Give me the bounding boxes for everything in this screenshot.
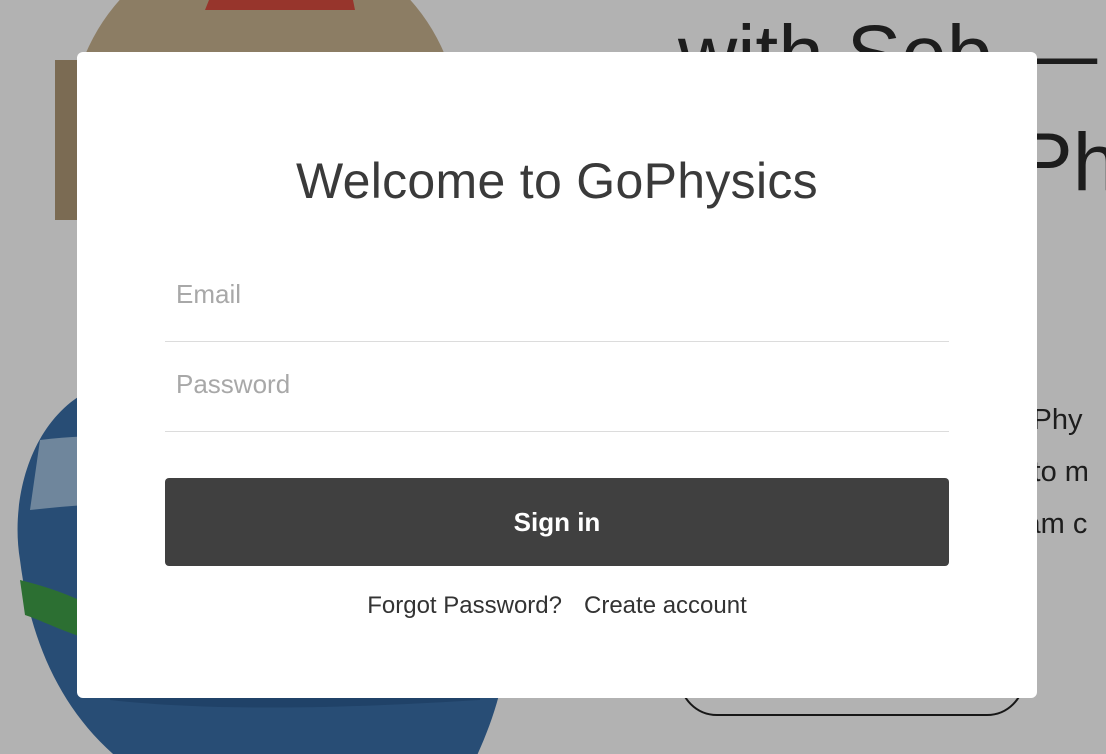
create-account-link[interactable]: Create account — [584, 592, 747, 619]
auth-links: Forgot Password? Create account — [77, 592, 1037, 620]
signin-button[interactable]: Sign in — [165, 478, 949, 566]
email-field — [165, 254, 949, 342]
signin-modal: Welcome to GoPhysics Sign in Forgot Pass… — [77, 52, 1037, 698]
password-input[interactable] — [165, 344, 949, 431]
forgot-password-link[interactable]: Forgot Password? — [367, 592, 562, 619]
email-input[interactable] — [165, 254, 949, 341]
modal-title: Welcome to GoPhysics — [296, 153, 818, 209]
password-field — [165, 344, 949, 432]
